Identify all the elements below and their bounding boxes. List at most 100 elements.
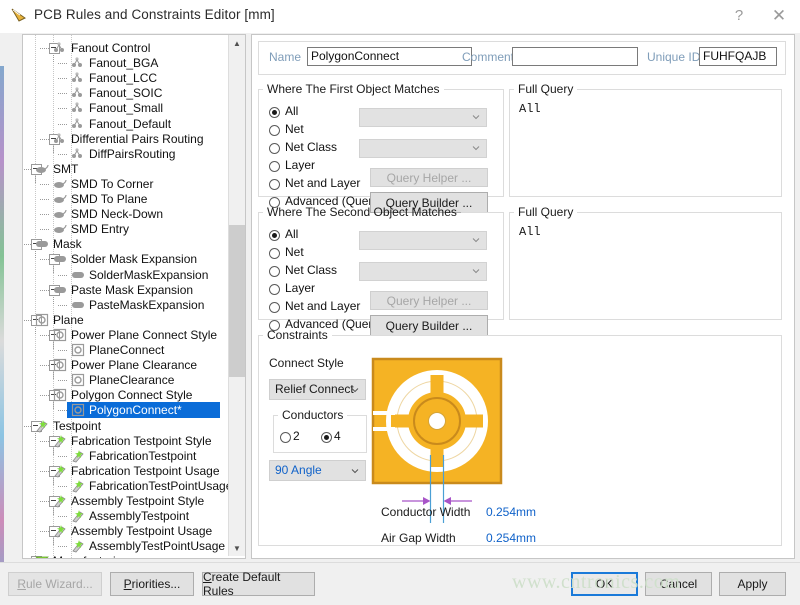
fanout-icon bbox=[71, 71, 85, 85]
scrollbar-thumb[interactable] bbox=[229, 225, 245, 377]
app-icon bbox=[10, 8, 28, 25]
air-gap-width-label: Air Gap Width bbox=[381, 531, 456, 545]
fanout-icon bbox=[53, 132, 67, 146]
radio-dot-icon bbox=[269, 248, 280, 259]
tree-item-label: Assembly Testpoint Usage bbox=[71, 523, 212, 539]
left-edge-artifact bbox=[0, 66, 4, 595]
tree-item-label: Differential Pairs Routing bbox=[71, 131, 204, 147]
plane-icon bbox=[71, 343, 85, 357]
air-gap-width-value: 0.254mm bbox=[486, 531, 536, 545]
tree-item[interactable]: PolygonConnect* bbox=[67, 402, 220, 418]
second-net-combo[interactable] bbox=[359, 231, 487, 250]
tree-item-label: Assembly Testpoint Style bbox=[71, 493, 204, 509]
close-icon: ✕ bbox=[760, 0, 798, 31]
conductor-width-value: 0.254mm bbox=[486, 505, 536, 519]
rule-detail-pane: Name Comment Unique ID Where The First O… bbox=[251, 34, 795, 559]
radio-dot-icon bbox=[321, 432, 332, 443]
testpoint-icon bbox=[53, 434, 67, 448]
tree-item-label: Fanout_BGA bbox=[89, 55, 158, 71]
mask-icon bbox=[71, 268, 85, 282]
second-query-helper-button[interactable]: Query Helper ... bbox=[370, 291, 488, 310]
tree-item-label: Testpoint bbox=[53, 418, 101, 434]
first-query-helper-button[interactable]: Query Helper ... bbox=[370, 168, 488, 187]
radio-dot-icon bbox=[269, 230, 280, 241]
apply-button[interactable]: Apply bbox=[719, 572, 786, 596]
tree-item-label: PolygonConnect* bbox=[89, 402, 182, 418]
thermal-relief-preview bbox=[364, 355, 664, 551]
chevron-down-icon bbox=[472, 267, 480, 275]
priorities-label: Priorities... bbox=[124, 577, 181, 591]
rule-comment-input[interactable] bbox=[512, 47, 638, 66]
tree-item-label: DiffPairsRouting bbox=[89, 146, 175, 162]
tree-item-label: Solder Mask Expansion bbox=[71, 251, 197, 267]
tree-item-label: SMD Entry bbox=[71, 221, 129, 237]
tree-item-label: AssemblyTestpoint bbox=[89, 508, 189, 524]
radio-label: Net Class bbox=[285, 263, 337, 277]
radio-label: All bbox=[285, 227, 298, 241]
rules-tree-panel[interactable]: Fanout ControlFanout_BGAFanout_LCCFanout… bbox=[22, 34, 246, 559]
constraints-title: Constraints bbox=[263, 328, 332, 342]
mask-icon bbox=[53, 283, 67, 297]
smt-icon bbox=[35, 162, 49, 176]
radio-dot-icon bbox=[269, 179, 280, 190]
conductors-label: Conductors bbox=[278, 408, 347, 422]
rule-wizard-button[interactable]: Rule Wizard... bbox=[8, 572, 102, 596]
radio-label: 2 bbox=[293, 429, 300, 443]
tree-item-label: AssemblyTestPointUsage bbox=[89, 538, 225, 554]
priorities-button[interactable]: Priorities... bbox=[110, 572, 194, 596]
radio-dot-icon bbox=[269, 284, 280, 295]
comment-label: Comment bbox=[462, 50, 514, 64]
content-area: Fanout ControlFanout_BGAFanout_LCCFanout… bbox=[0, 33, 800, 562]
angle-value: 90 Angle bbox=[275, 463, 322, 477]
radio-label: Layer bbox=[285, 158, 315, 172]
tree-item-label: Fanout_Default bbox=[89, 116, 171, 132]
tree-item-label: Fabrication Testpoint Usage bbox=[71, 463, 220, 479]
tree-item-label: Paste Mask Expansion bbox=[71, 282, 193, 298]
scroll-down-icon[interactable]: ▼ bbox=[229, 540, 245, 556]
rules-tree[interactable]: Fanout ControlFanout_BGAFanout_LCCFanout… bbox=[23, 35, 228, 558]
radio-dot-icon bbox=[269, 143, 280, 154]
plane-icon bbox=[71, 403, 85, 417]
unique-id-label: Unique ID bbox=[647, 50, 700, 64]
second-object-title: Where The Second Object Matches bbox=[263, 205, 461, 219]
smt-icon bbox=[53, 222, 67, 236]
radio-label: Net and Layer bbox=[285, 176, 360, 190]
fanout-icon bbox=[71, 56, 85, 70]
first-full-query-text: All bbox=[519, 102, 541, 116]
create-default-rules-button[interactable]: Create Default Rules bbox=[202, 572, 315, 596]
angle-combo[interactable]: 90 Angle bbox=[269, 460, 366, 481]
first-netclass-combo[interactable] bbox=[359, 139, 487, 158]
tree-item-label: PasteMaskExpansion bbox=[89, 297, 204, 313]
tree-item-label: Mask bbox=[53, 236, 82, 252]
tree-item-label: Power Plane Connect Style bbox=[71, 327, 217, 343]
site-watermark: www.cntronics.com bbox=[512, 571, 680, 594]
second-full-query-group: Full Query All bbox=[509, 205, 782, 320]
second-netclass-combo[interactable] bbox=[359, 262, 487, 281]
tree-item-label: Fabrication Testpoint Style bbox=[71, 433, 212, 449]
unique-id-input[interactable] bbox=[699, 47, 777, 66]
tree-item-label: Fanout_LCC bbox=[89, 70, 157, 86]
tree-item-label: SMD To Plane bbox=[71, 191, 147, 207]
tree-scrollbar[interactable]: ▲ ▼ bbox=[228, 35, 245, 556]
connect-style-value: Relief Connect bbox=[275, 382, 354, 396]
fanout-icon bbox=[71, 101, 85, 115]
help-button[interactable]: ? bbox=[720, 0, 758, 31]
plane-icon bbox=[35, 313, 49, 327]
connect-style-combo[interactable]: Relief Connect bbox=[269, 379, 366, 400]
first-object-group: Where The First Object Matches All Net N… bbox=[258, 82, 504, 197]
radio-label: Net Class bbox=[285, 140, 337, 154]
rule-name-input[interactable] bbox=[307, 47, 472, 66]
fanout-icon bbox=[53, 41, 67, 55]
chevron-down-icon bbox=[472, 236, 480, 244]
second-full-query-text: All bbox=[519, 225, 541, 239]
plane-icon bbox=[71, 373, 85, 387]
tree-item-label: Fanout_Small bbox=[89, 100, 163, 116]
create-default-rules-label: Create Default Rules bbox=[203, 570, 314, 598]
first-net-combo[interactable] bbox=[359, 108, 487, 127]
close-button[interactable]: ✕ bbox=[760, 0, 798, 31]
tree-item-label: Fanout_SOIC bbox=[89, 85, 162, 101]
radio-label: Net and Layer bbox=[285, 299, 360, 313]
tree-item-label: SMD Neck-Down bbox=[71, 206, 163, 222]
tree-item-label: Power Plane Clearance bbox=[71, 357, 197, 373]
scroll-up-icon[interactable]: ▲ bbox=[229, 35, 245, 51]
